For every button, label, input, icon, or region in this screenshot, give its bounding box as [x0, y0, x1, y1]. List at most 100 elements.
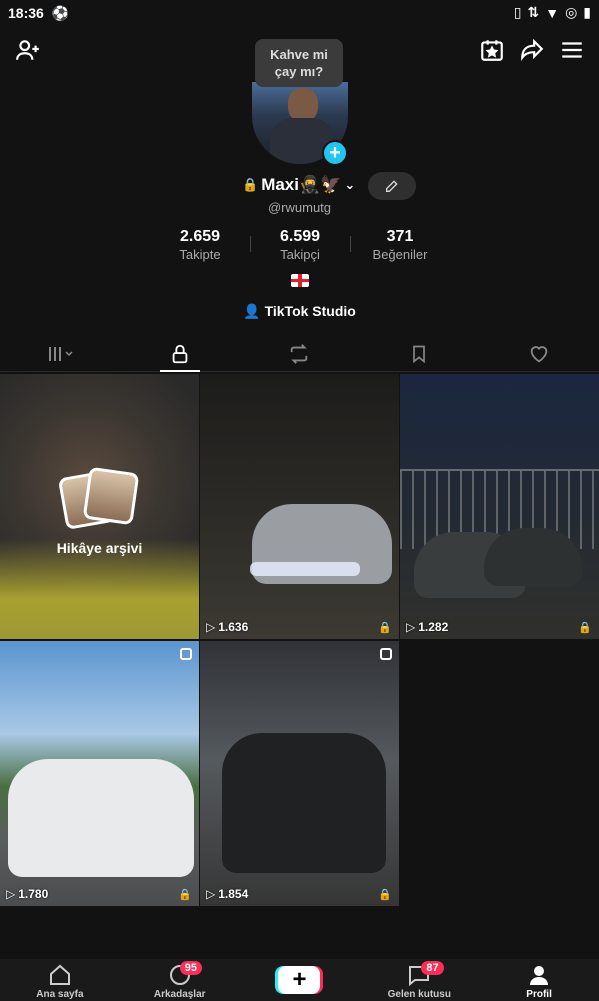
soccer-ball-icon: ⚽: [51, 4, 70, 21]
view-count: ▷ 1.780: [6, 887, 48, 901]
username: @rwumutg: [267, 200, 332, 215]
lock-icon: 🔒: [178, 889, 192, 901]
stat-value: 6.599: [279, 228, 321, 245]
view-count: ▷ 1.282: [406, 620, 448, 634]
video-tile[interactable]: ▷ 1.636 🔒: [200, 374, 399, 639]
video-tile[interactable]: ▷ 1.780 🔒: [0, 641, 199, 906]
chevron-down-icon: ⌄: [344, 177, 356, 192]
story-archive-label: Hikâye arşivi: [56, 540, 143, 556]
vibrate-icon: ▯: [513, 4, 522, 20]
lock-icon: 🔒: [578, 622, 592, 634]
calendar-star-icon: [481, 40, 503, 61]
story-stack-icon: [57, 466, 142, 530]
tab-videos[interactable]: [0, 336, 120, 371]
profile-name-row: 🔒 Maxi🥷🦅 ⌄: [0, 172, 599, 200]
multi-photo-icon: [380, 648, 392, 660]
lock-icon: 🔒: [378, 622, 392, 634]
status-icons: ▯ ⇅ ▼ ◎ ▮: [514, 4, 591, 21]
nav-home[interactable]: Ana sayfa: [0, 959, 120, 1001]
play-icon: ▷: [206, 620, 216, 634]
avatar-head: [288, 88, 318, 122]
status-time: 18:36: [8, 5, 44, 21]
stat-label: Beğeniler: [372, 247, 428, 262]
nav-inbox[interactable]: 87 Gelen kutusu: [359, 959, 479, 1001]
stat-likes[interactable]: 371 Beğeniler: [350, 228, 450, 264]
private-lock-icon: 🔒: [242, 177, 259, 192]
menu-button[interactable]: [556, 34, 588, 66]
wifi-icon: ▼: [545, 4, 560, 21]
headlight-shape: [250, 562, 360, 576]
studio-label: TikTok Studio: [264, 303, 356, 319]
car-shape: [222, 733, 386, 873]
share-profile-button[interactable]: [516, 34, 548, 66]
nav-profile[interactable]: Profil: [479, 959, 599, 1001]
tab-private[interactable]: [120, 336, 240, 372]
view-count: ▷ 1.854: [206, 887, 248, 901]
profile-avatar[interactable]: +: [252, 82, 348, 166]
play-icon: ▷: [406, 620, 416, 634]
account-switcher[interactable]: 🔒 Maxi🥷🦅 ⌄: [242, 175, 355, 195]
studio-person-star-icon: 👤: [243, 303, 261, 319]
view-count: ▷ 1.636: [206, 620, 248, 634]
nav-label: Gelen kutusu: [387, 989, 451, 1000]
create-plus-icon: +: [278, 965, 321, 994]
bottom-navigation: Ana sayfa 95 Arkadaşlar + 87 Gelen kutus…: [0, 959, 599, 1001]
hotspot-icon: ◎: [565, 4, 578, 20]
profile-tabs: [0, 336, 599, 372]
stat-label: Takipte: [179, 247, 221, 262]
tab-saved[interactable]: [359, 336, 479, 371]
nav-friends[interactable]: 95 Arkadaşlar: [120, 959, 240, 1001]
grid-filter-icon: [48, 346, 73, 361]
nav-label: Ana sayfa: [36, 989, 84, 1000]
video-tile[interactable]: ▷ 1.854 🔒: [200, 641, 399, 906]
multi-photo-icon: [180, 648, 192, 660]
edit-profile-button[interactable]: [368, 172, 416, 200]
notification-badge: 87: [421, 961, 444, 975]
lock-icon: [172, 344, 188, 363]
status-note-bubble[interactable]: Kahve mi çay mı?: [255, 39, 343, 87]
stat-value: 371: [386, 228, 414, 245]
pencil-icon: [386, 180, 398, 192]
profile-stats: 2.659 Takipte 6.599 Takipçi 371 Beğenile…: [150, 228, 450, 264]
profile-person-icon: [530, 966, 549, 985]
display-name: Maxi🥷🦅: [261, 175, 342, 194]
data-arrows-icon: ⇅: [527, 4, 540, 20]
add-friend-button[interactable]: [12, 34, 44, 66]
nav-create[interactable]: +: [240, 959, 360, 1001]
view-count-value: 1.282: [418, 620, 449, 634]
heart-icon: [530, 345, 548, 362]
tab-liked[interactable]: [479, 336, 599, 371]
calendar-star-button[interactable]: [476, 34, 508, 66]
stat-value: 2.659: [179, 228, 221, 245]
stat-label: Takipçi: [280, 247, 320, 262]
tab-reposts[interactable]: [240, 336, 360, 371]
play-icon: ▷: [206, 887, 216, 901]
share-arrow-icon: [521, 38, 544, 62]
add-person-icon: [16, 40, 39, 60]
hamburger-menu-icon: [562, 42, 582, 58]
view-count-value: 1.854: [218, 887, 249, 901]
tiktok-studio-link[interactable]: 👤 TikTok Studio: [0, 303, 599, 320]
story-thumb: [82, 466, 140, 526]
stat-following[interactable]: 2.659 Takipte: [150, 228, 250, 264]
add-story-plus-icon[interactable]: +: [322, 140, 348, 166]
view-count-value: 1.636: [218, 620, 249, 634]
georgia-flag-icon: [291, 274, 309, 287]
note-line-2: çay mı?: [274, 64, 324, 79]
video-tile[interactable]: ▷ 1.282 🔒: [400, 374, 599, 639]
notification-badge: 95: [179, 961, 203, 975]
view-count-value: 1.780: [18, 887, 49, 901]
car-shape: [8, 759, 194, 877]
battery-icon: ▮: [583, 4, 591, 20]
repost-icon: [291, 343, 308, 364]
home-icon: [49, 964, 70, 985]
story-archive-tile[interactable]: Hikâye arşivi: [0, 374, 199, 639]
stat-followers[interactable]: 6.599 Takipçi: [250, 228, 350, 264]
nav-label: Profil: [526, 989, 552, 1000]
lock-icon: 🔒: [378, 889, 392, 901]
status-bar: 18:36 ⚽ ▯ ⇅ ▼ ◎ ▮: [0, 0, 599, 26]
nav-label: Arkadaşlar: [153, 989, 206, 1000]
car-shape: [484, 528, 582, 586]
play-icon: ▷: [6, 887, 16, 901]
bookmark-icon: [413, 345, 426, 363]
